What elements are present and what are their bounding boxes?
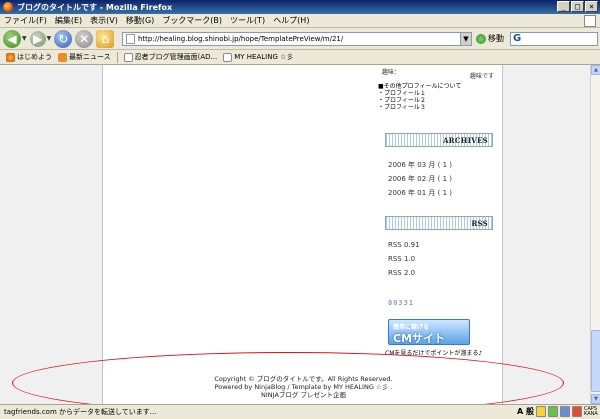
- status-bar: tagfriends.com からデータを転送しています... A 般 CAPS…: [0, 404, 600, 419]
- vertical-scrollbar[interactable]: ▲ ▼: [590, 65, 600, 404]
- footer-copyright: Copyright © ブログのタイトルです。All Rights Reserv…: [214, 375, 393, 383]
- arrow-left-icon: ◀: [7, 31, 17, 46]
- profile-hobby: 趣味です: [469, 73, 494, 80]
- bookmark-getting-started[interactable]: はじめよう: [6, 52, 52, 62]
- rss-link[interactable]: RSS 1.0: [388, 255, 415, 263]
- go-icon: [476, 33, 486, 44]
- scroll-down-button[interactable]: ▼: [591, 394, 600, 404]
- bookmark-label: はじめよう: [17, 53, 52, 61]
- ime-tool-icon[interactable]: [536, 406, 546, 417]
- maximize-button[interactable]: □: [571, 1, 584, 12]
- caps-kana-indicator: CAPS KANA: [584, 405, 598, 417]
- bookmark-label: 最新ニュース: [69, 53, 111, 61]
- menu-file[interactable]: ファイル(F): [0, 15, 51, 26]
- ime-pad-icon[interactable]: [548, 406, 558, 417]
- stop-button[interactable]: ✕: [75, 29, 94, 48]
- rss-heading: RSS: [385, 216, 493, 230]
- back-button[interactable]: ◀: [3, 29, 21, 48]
- access-counter: 00331: [388, 299, 415, 307]
- ime-indicator[interactable]: A 般: [517, 406, 534, 417]
- search-engine-icon: G: [513, 33, 522, 44]
- throbber-icon: [584, 15, 596, 27]
- menu-bar: ファイル(F) 編集(E) 表示(V) 移動(G) ブックマーク(B) ツール(…: [0, 14, 600, 28]
- archive-link[interactable]: 2006 年 01 月 ( 1 ): [388, 188, 452, 198]
- home-button[interactable]: ⌂: [96, 29, 115, 48]
- firefox-icon: [6, 52, 15, 62]
- arrow-right-icon: ▶: [33, 31, 43, 46]
- scroll-up-button[interactable]: ▲: [591, 65, 600, 75]
- archive-link[interactable]: 2006 年 03 月 ( 1 ): [388, 160, 452, 170]
- url-text: http://healing.blog.shinobi.jp/hope/Temp…: [138, 35, 344, 43]
- archive-link[interactable]: 2006 年 02 月 ( 1 ): [388, 174, 452, 184]
- go-button[interactable]: 移動: [476, 33, 504, 44]
- search-box[interactable]: G: [510, 32, 598, 46]
- url-bar[interactable]: http://healing.blog.shinobi.jp/hope/Temp…: [122, 32, 472, 46]
- chevron-down-icon[interactable]: ▼: [47, 35, 52, 42]
- menu-edit[interactable]: 編集(E): [51, 15, 86, 26]
- go-label: 移動: [488, 34, 504, 43]
- cm-banner-caption: CMを見るだけでポイントが溜まる♪: [385, 350, 483, 357]
- blog-page: 趣味： 趣味です ■その他プロフィールについて ・プロフィール１ ・プロフィール…: [102, 65, 503, 404]
- forward-button[interactable]: ▶: [29, 30, 46, 47]
- footer-powered-by[interactable]: Powered by NinjaBlog / Template by MY HE…: [103, 383, 504, 391]
- archives-heading: ARCHIVES: [385, 133, 493, 147]
- menu-tools[interactable]: ツール(T): [226, 15, 269, 26]
- cm-site-banner[interactable]: 簡単に稼げる CMサイト: [388, 319, 470, 345]
- menu-bookmarks[interactable]: ブックマーク(B): [158, 15, 226, 26]
- system-tray: A 般 CAPS KANA: [517, 406, 598, 417]
- other-profile-block: ■その他プロフィールについて ・プロフィール１ ・プロフィール２ ・プロフィール…: [378, 83, 461, 111]
- reload-icon: ↻: [58, 31, 69, 46]
- bookmark-my-healing[interactable]: MY HEALING ☆彡: [223, 52, 293, 62]
- page-icon: [223, 52, 233, 62]
- rss-icon: [58, 52, 67, 62]
- firefox-icon: [3, 2, 13, 12]
- profile-link[interactable]: ・プロフィール３: [378, 104, 461, 111]
- stop-icon: ✕: [79, 31, 90, 46]
- ime-dictionary-icon[interactable]: [560, 406, 570, 417]
- reload-button[interactable]: ↻: [54, 29, 73, 48]
- page-icon: [126, 34, 135, 44]
- bookmark-label: MY HEALING ☆彡: [234, 53, 294, 61]
- close-button[interactable]: ×: [585, 1, 598, 12]
- content-viewport: 趣味： 趣味です ■その他プロフィールについて ・プロフィール１ ・プロフィール…: [0, 65, 590, 404]
- profile-link[interactable]: ・プロフィール１: [378, 90, 461, 97]
- cm-banner-main: CMサイト: [393, 332, 446, 345]
- bookmarks-toolbar: はじめよう 最新ニュース 忍者ブログ管理画面(AD... MY HEALING …: [0, 50, 600, 65]
- blog-footer: Copyright © ブログのタイトルです。All Rights Reserv…: [103, 375, 504, 399]
- footer-present[interactable]: NINJAブログ プレゼント企画: [103, 391, 504, 399]
- rss-link[interactable]: RSS 0.91: [388, 241, 420, 249]
- toolbar-separator: [116, 51, 118, 63]
- minimize-button[interactable]: _: [557, 1, 570, 12]
- rss-link[interactable]: RSS 2.0: [388, 269, 415, 277]
- profile-link[interactable]: ・プロフィール２: [378, 97, 461, 104]
- navigation-toolbar: ◀ ▼ ▶ ▼ ↻ ✕ ⌂ http://healing.blog.shinob…: [0, 28, 600, 50]
- menu-help[interactable]: ヘルプ(H): [269, 15, 313, 26]
- url-dropdown-button[interactable]: ▼: [460, 33, 471, 45]
- profile-label: 趣味：: [382, 69, 401, 76]
- chevron-down-icon[interactable]: ▼: [22, 35, 27, 42]
- menu-go[interactable]: 移動(G): [122, 15, 158, 26]
- page-icon: [123, 52, 133, 62]
- ime-help-icon[interactable]: [572, 406, 582, 417]
- bookmark-latest-news[interactable]: 最新ニュース: [58, 52, 111, 62]
- window-title-bar: ブログのタイトルです - Mozilla Firefox _ □ ×: [0, 0, 600, 14]
- other-profile-heading: ■その他プロフィールについて: [378, 83, 462, 90]
- home-icon: ⌂: [101, 31, 110, 46]
- bookmark-ninja-admin[interactable]: 忍者ブログ管理画面(AD...: [123, 52, 218, 62]
- window-controls: _ □ ×: [557, 1, 598, 12]
- window-title: ブログのタイトルです - Mozilla Firefox: [17, 2, 173, 12]
- status-text: tagfriends.com からデータを転送しています...: [4, 408, 157, 416]
- menu-view[interactable]: 表示(V): [86, 15, 122, 26]
- scroll-thumb[interactable]: [591, 330, 600, 392]
- bookmark-label: 忍者ブログ管理画面(AD...: [134, 53, 218, 61]
